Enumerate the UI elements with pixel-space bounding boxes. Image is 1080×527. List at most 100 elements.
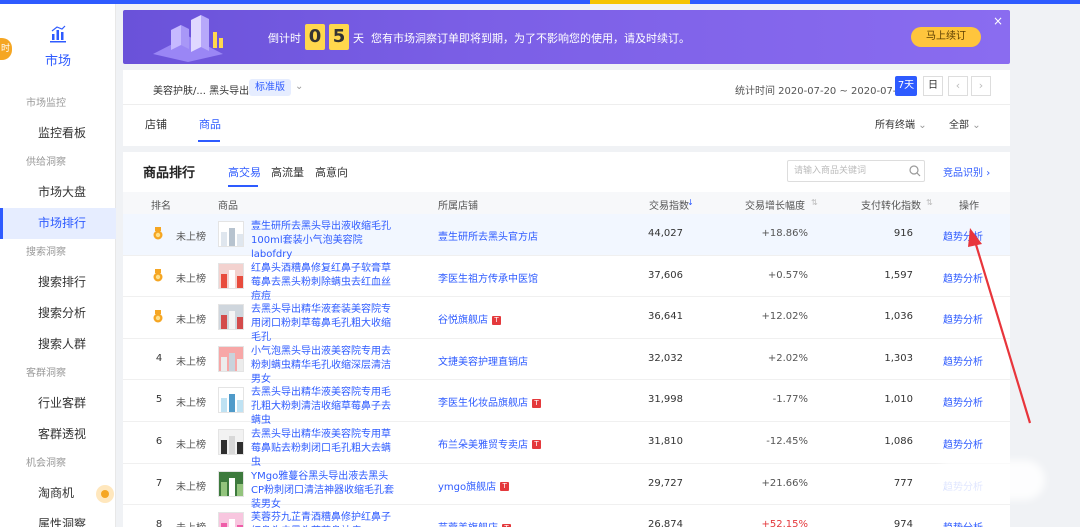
tab-shop[interactable]: 店铺 [145, 116, 167, 132]
tab-high-traffic[interactable]: 高流量 [271, 164, 304, 180]
tab-product[interactable]: 商品 [199, 116, 221, 132]
table-row[interactable]: 未上榜 红鼻头酒糟鼻修复红鼻子软膏草莓鼻去黑头粉刺除螨虫去红血丝痘痘 李医生祖方… [123, 256, 1010, 302]
product-thumbnail[interactable] [218, 304, 244, 331]
table-row[interactable]: 未上榜 壹生研所去黑头导出液收缩毛孔100ml套装小气泡美容院labofdry … [123, 214, 1010, 260]
trade-index: 31,998 [648, 394, 683, 406]
product-name-link[interactable]: 芙蓉芬九芷青酒糟鼻修护红鼻子红鼻头去黑头草莓鼻祛痘 [251, 511, 397, 527]
renew-button[interactable]: 马上续订 [911, 27, 981, 47]
shop-link[interactable]: 谷悦旗舰店 T [438, 311, 501, 326]
top-accent-bar [0, 0, 1080, 4]
product-thumbnail[interactable] [218, 512, 244, 527]
expiry-banner: 倒计时 0 5 天 您有市场洞察订单即将到期，为了不影响您的使用，请及时续订。 … [123, 10, 1010, 64]
sort-icon[interactable]: ⇅ [811, 198, 818, 207]
shop-link[interactable]: 李医生祖方传承中医馆 [438, 270, 538, 285]
scope-select-value: 全部 [949, 120, 969, 131]
sort-icon[interactable]: ⇅ [926, 198, 933, 207]
conversion-index: 916 [893, 228, 913, 239]
shop-name: 壹生研所去黑头官方店 [438, 232, 538, 243]
product-thumbnail[interactable] [218, 470, 244, 497]
conversion-index: 1,597 [884, 269, 913, 281]
table-row[interactable]: 5 未上榜 去黑头导出精华液美容院专用毛孔粗大粉刺清洁收缩草莓鼻子去螨虫 李医生… [123, 380, 1010, 426]
trade-index: 32,032 [648, 352, 683, 364]
table-row[interactable]: 6 未上榜 去黑头导出精华液美容院专用草莓鼻贴去粉刺闭口毛孔粗大去螨虫 布兰朵美… [123, 422, 1010, 468]
shop-name: 文捷美容护理直销店 [438, 356, 528, 368]
device-select[interactable]: 所有终端 ⌄ [875, 116, 927, 131]
rank-status: 未上榜 [176, 273, 206, 285]
next-period-button[interactable]: › [971, 76, 991, 96]
rank-number: 8 [155, 519, 163, 527]
col-conversion-index[interactable]: 支付转化指数 [861, 197, 921, 212]
sidebar-item-search-analysis[interactable]: 搜索分析 [0, 298, 116, 329]
city-chart-illustration-icon [153, 15, 223, 62]
table-row[interactable]: 4 未上榜 小气泡黑头导出液美容院专用去粉刺螨虫精华毛孔收缩深层清洁男女 文捷美… [123, 339, 1010, 385]
shop-link[interactable]: 布兰朵美雅贸专卖店 T [438, 436, 541, 451]
sidebar-item-monitor-board[interactable]: 监控看板 [0, 118, 116, 149]
sidebar-group-title: 搜索洞察 [26, 247, 66, 258]
table-row[interactable]: 8 未上榜 芙蓉芬九芷青酒糟鼻修护红鼻子红鼻头去黑头草莓鼻祛痘 芸蓉美旗舰店T … [123, 505, 1010, 527]
category-selector[interactable]: 美容护肤/... 黑头导出液 [153, 82, 259, 97]
trade-index: 26,874 [648, 519, 683, 527]
tab-underline [228, 185, 258, 187]
col-growth[interactable]: 交易增长幅度 [745, 197, 805, 212]
tmall-badge-icon: T [532, 440, 541, 450]
sidebar-item-opportunity[interactable]: 淘商机 [0, 478, 116, 509]
range-7d-button[interactable]: 7天 [895, 76, 917, 96]
rank-status: 未上榜 [176, 398, 206, 410]
tmall-badge-icon: T [500, 482, 510, 492]
table-row[interactable]: 7 未上榜 YMgo雅蔓谷黑头导出液去黑头CP粉刺闭口清洁神器收缩毛孔套装男女 … [123, 464, 1010, 510]
tab-high-trade[interactable]: 高交易 [228, 164, 261, 180]
sidebar-item-attribute-insight[interactable]: 属性洞察 [0, 509, 116, 527]
shop-link[interactable]: 李医生化妆品旗舰店 T [438, 394, 541, 409]
trend-analysis-link[interactable]: 趋势分析 [943, 519, 983, 527]
sidebar-group-title: 机会洞察 [26, 458, 66, 469]
product-thumbnail[interactable] [218, 262, 244, 289]
sidebar-item-market-overview[interactable]: 市场大盘 [0, 177, 116, 208]
col-shop: 所属店铺 [438, 201, 478, 212]
product-search-input[interactable] [787, 160, 925, 182]
banner-message: 您有市场洞察订单即将到期，为了不影响您的使用，请及时续订。 [371, 32, 690, 45]
shop-link[interactable]: 壹生研所去黑头官方店 [438, 228, 538, 243]
tab-high-intent[interactable]: 高意向 [315, 164, 348, 180]
shop-name: 谷悦旗舰店 [438, 315, 488, 327]
rank-number: 5 [155, 394, 163, 406]
ranking-table-body: 未上榜 壹生研所去黑头导出液收缩毛孔100ml套装小气泡美容院labofdry … [123, 214, 1010, 527]
product-thumbnail[interactable] [218, 428, 244, 455]
range-day-button[interactable]: 日 [923, 76, 943, 96]
competitor-identify-link[interactable]: 竞品识别 › [943, 164, 990, 179]
trade-index: 37,606 [648, 269, 683, 281]
shop-link[interactable]: 芸蓉美旗舰店 T [438, 519, 511, 527]
sort-desc-icon[interactable]: ↓ [687, 198, 694, 207]
shop-link[interactable]: 文捷美容护理直销店 [438, 353, 528, 368]
rank-status: 未上榜 [176, 439, 206, 451]
sidebar-item-crowd-insight[interactable]: 客群透视 [0, 419, 116, 450]
shop-name: ymgo旗舰店 [438, 481, 497, 493]
chevron-down-icon: ⌄ [918, 120, 927, 131]
rank-status: 未上榜 [176, 481, 206, 493]
sidebar-item-industry-crowd[interactable]: 行业客群 [0, 388, 116, 419]
market-nav[interactable]: 市场 [0, 24, 116, 69]
search-icon[interactable] [908, 164, 922, 178]
sidebar-group-title: 供给洞察 [26, 157, 66, 168]
product-thumbnail[interactable] [218, 221, 244, 247]
sidebar-item-search-ranking[interactable]: 搜索排行 [0, 267, 116, 298]
sidebar-item-search-crowd[interactable]: 搜索人群 [0, 329, 116, 360]
scope-select[interactable]: 全部 ⌄ [949, 116, 981, 131]
product-thumbnail[interactable] [218, 387, 244, 414]
tab-underline [198, 140, 220, 142]
trade-growth: +18.86% [761, 228, 808, 239]
close-icon[interactable]: × [993, 14, 1003, 28]
trend-analysis-link[interactable]: 趋势分析 [943, 436, 983, 451]
prev-period-button[interactable]: ‹ [948, 76, 968, 96]
market-label: 市场 [44, 54, 71, 69]
shop-link[interactable]: ymgo旗舰店 T [438, 478, 510, 493]
competitor-identify-label: 竞品识别 [943, 168, 983, 179]
table-header: 排名 商品 所属店铺 交易指数 ↓ 交易增长幅度 ⇅ 支付转化指数 ⇅ 操作 [123, 192, 1010, 214]
product-thumbnail[interactable] [218, 345, 244, 372]
table-row[interactable]: 未上榜 去黑头导出精华液套装美容院专用闭口粉刺草莓鼻毛孔粗大收缩毛孔 谷悦旗舰店… [123, 297, 1010, 343]
col-trade-index[interactable]: 交易指数 [649, 197, 689, 212]
sidebar: 时 市场 市场监控 监控看板 供给洞察 市场大盘 市场排行 搜索洞察 搜索排行 … [0, 4, 116, 527]
trade-growth: +0.57% [767, 269, 808, 281]
sidebar-item-market-ranking[interactable]: 市场排行 [0, 208, 116, 239]
chevron-down-icon[interactable]: ⌄ [295, 81, 303, 92]
shop-name: 芸蓉美旗舰店 [438, 523, 498, 527]
